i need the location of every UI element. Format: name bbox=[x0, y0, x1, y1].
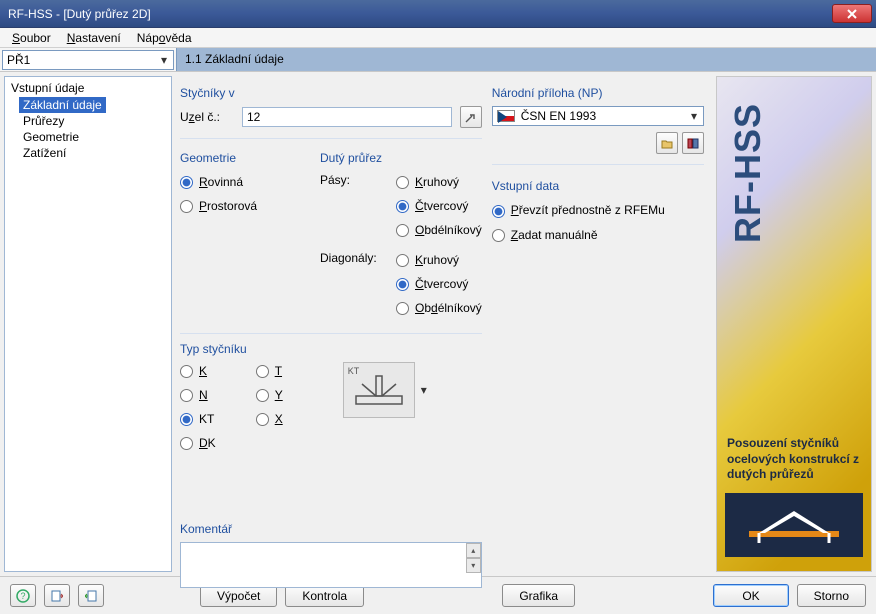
cancel-button[interactable]: Storno bbox=[797, 584, 866, 607]
radio-type-k[interactable]: K bbox=[180, 362, 216, 380]
thumb-label: KT bbox=[348, 366, 360, 376]
radio-from-rfem[interactable]: Převzít přednostně z RFEMu bbox=[492, 201, 704, 220]
radio-diag-square[interactable]: Čtvercový bbox=[396, 275, 482, 293]
banner-description: Posouzení styčníků ocelových konstrukcí … bbox=[727, 436, 861, 483]
chevron-down-icon: ▾ bbox=[687, 107, 701, 125]
help-icon: ? bbox=[16, 589, 30, 603]
tree-item-sections[interactable]: Průřezy bbox=[5, 113, 171, 129]
tree-item-loading[interactable]: Zatížení bbox=[5, 145, 171, 161]
radio-manual[interactable]: Zadat manuálně bbox=[492, 226, 704, 244]
node-input[interactable] bbox=[242, 107, 452, 127]
radio-chords-circular[interactable]: Kruhový bbox=[396, 173, 482, 191]
menu-help[interactable]: Nápověda bbox=[129, 29, 200, 47]
svg-text:?: ? bbox=[20, 591, 25, 601]
chevron-down-icon: ▾ bbox=[157, 51, 171, 69]
chords-label: Pásy: bbox=[320, 173, 382, 239]
radio-type-x[interactable]: X bbox=[256, 410, 283, 428]
national-library-button[interactable] bbox=[682, 132, 704, 154]
radio-type-n[interactable]: N bbox=[180, 386, 216, 404]
case-combo-value: PŘ1 bbox=[7, 53, 30, 67]
chevron-down-icon[interactable]: ▾ bbox=[421, 383, 427, 397]
close-button[interactable] bbox=[832, 4, 872, 23]
banner-title: RF-HSS bbox=[727, 103, 769, 243]
case-combo[interactable]: PŘ1 ▾ bbox=[2, 50, 174, 70]
group-national-annex: Národní příloha (NP) ČSN EN 1993 ▾ bbox=[492, 80, 704, 165]
radio-chords-square[interactable]: Čtvercový bbox=[396, 197, 482, 215]
ok-button[interactable]: OK bbox=[713, 584, 788, 607]
national-open-button[interactable] bbox=[656, 132, 678, 154]
national-legend: Národní příloha (NP) bbox=[492, 86, 704, 100]
radio-planar[interactable]: Rovinná bbox=[180, 173, 300, 191]
radio-type-kt[interactable]: KT bbox=[180, 410, 216, 428]
close-icon bbox=[846, 9, 858, 19]
tree-item-geometry[interactable]: Geometrie bbox=[5, 129, 171, 145]
dlubal-logo-icon bbox=[739, 503, 849, 547]
radio-chords-rect[interactable]: Obdélníkový bbox=[396, 221, 482, 239]
joint-type-legend: Typ styčníku bbox=[180, 342, 482, 356]
book-icon bbox=[687, 138, 699, 149]
tree-item-basic-data[interactable]: Základní údaje bbox=[19, 97, 106, 113]
banner-logo bbox=[725, 493, 863, 557]
graphics-button[interactable]: Grafika bbox=[502, 584, 575, 607]
page-heading: 1.1 Základní údaje bbox=[176, 48, 876, 71]
group-joints: Styčníky v Uzel č.: bbox=[180, 80, 482, 139]
window-title: RF-HSS - [Dutý průřez 2D] bbox=[8, 7, 832, 21]
toolbar: PŘ1 ▾ 1.1 Základní údaje bbox=[0, 48, 876, 72]
comment-textarea[interactable] bbox=[180, 542, 482, 588]
radio-type-t[interactable]: T bbox=[256, 362, 283, 380]
help-button[interactable]: ? bbox=[10, 584, 36, 607]
title-bar: RF-HSS - [Dutý průřez 2D] bbox=[0, 0, 876, 28]
product-banner: RF-HSS Posouzení styčníků ocelových kons… bbox=[716, 76, 872, 572]
scroll-up-icon[interactable]: ▴ bbox=[466, 543, 481, 558]
group-input-data: Vstupní data Převzít přednostně z RFEMu … bbox=[492, 173, 704, 254]
joint-thumbnail[interactable]: KT bbox=[343, 362, 415, 418]
pick-node-button[interactable] bbox=[460, 106, 482, 128]
import-button[interactable] bbox=[78, 584, 104, 607]
joints-legend: Styčníky v bbox=[180, 86, 482, 100]
joint-icon bbox=[352, 372, 406, 408]
national-value: ČSN EN 1993 bbox=[521, 109, 596, 123]
input-data-legend: Vstupní data bbox=[492, 179, 704, 193]
radio-diag-rect[interactable]: Obdélníkový bbox=[396, 299, 482, 317]
radio-type-dk[interactable]: DK bbox=[180, 434, 216, 452]
form-panel: Styčníky v Uzel č.: bbox=[176, 76, 712, 572]
tree-root[interactable]: Vstupní údaje bbox=[5, 79, 171, 97]
arrow-pick-icon bbox=[465, 111, 477, 123]
menu-file[interactable]: Soubor bbox=[4, 29, 59, 47]
scroll-down-icon[interactable]: ▾ bbox=[466, 558, 481, 573]
radio-spatial[interactable]: Prostorová bbox=[180, 197, 300, 215]
radio-type-y[interactable]: Y bbox=[256, 386, 283, 404]
flag-cz-icon bbox=[497, 110, 515, 122]
menu-bar: Soubor Nastavení Nápověda bbox=[0, 28, 876, 48]
comment-legend: Komentář bbox=[180, 522, 482, 536]
nav-tree: Vstupní údaje Základní údaje ↖ Průřezy G… bbox=[4, 76, 172, 572]
table-out-icon bbox=[51, 590, 63, 602]
diagonals-label: Diagonály: bbox=[320, 251, 382, 317]
folder-icon bbox=[661, 138, 673, 149]
node-label: Uzel č.: bbox=[180, 110, 234, 124]
geometry-legend: Geometrie bbox=[180, 151, 300, 165]
national-combo[interactable]: ČSN EN 1993 ▾ bbox=[492, 106, 704, 126]
export-button[interactable] bbox=[44, 584, 70, 607]
table-in-icon bbox=[85, 590, 97, 602]
radio-diag-circular[interactable]: Kruhový bbox=[396, 251, 482, 269]
menu-settings[interactable]: Nastavení bbox=[59, 29, 129, 47]
hollow-legend: Dutý průřez bbox=[320, 151, 482, 165]
